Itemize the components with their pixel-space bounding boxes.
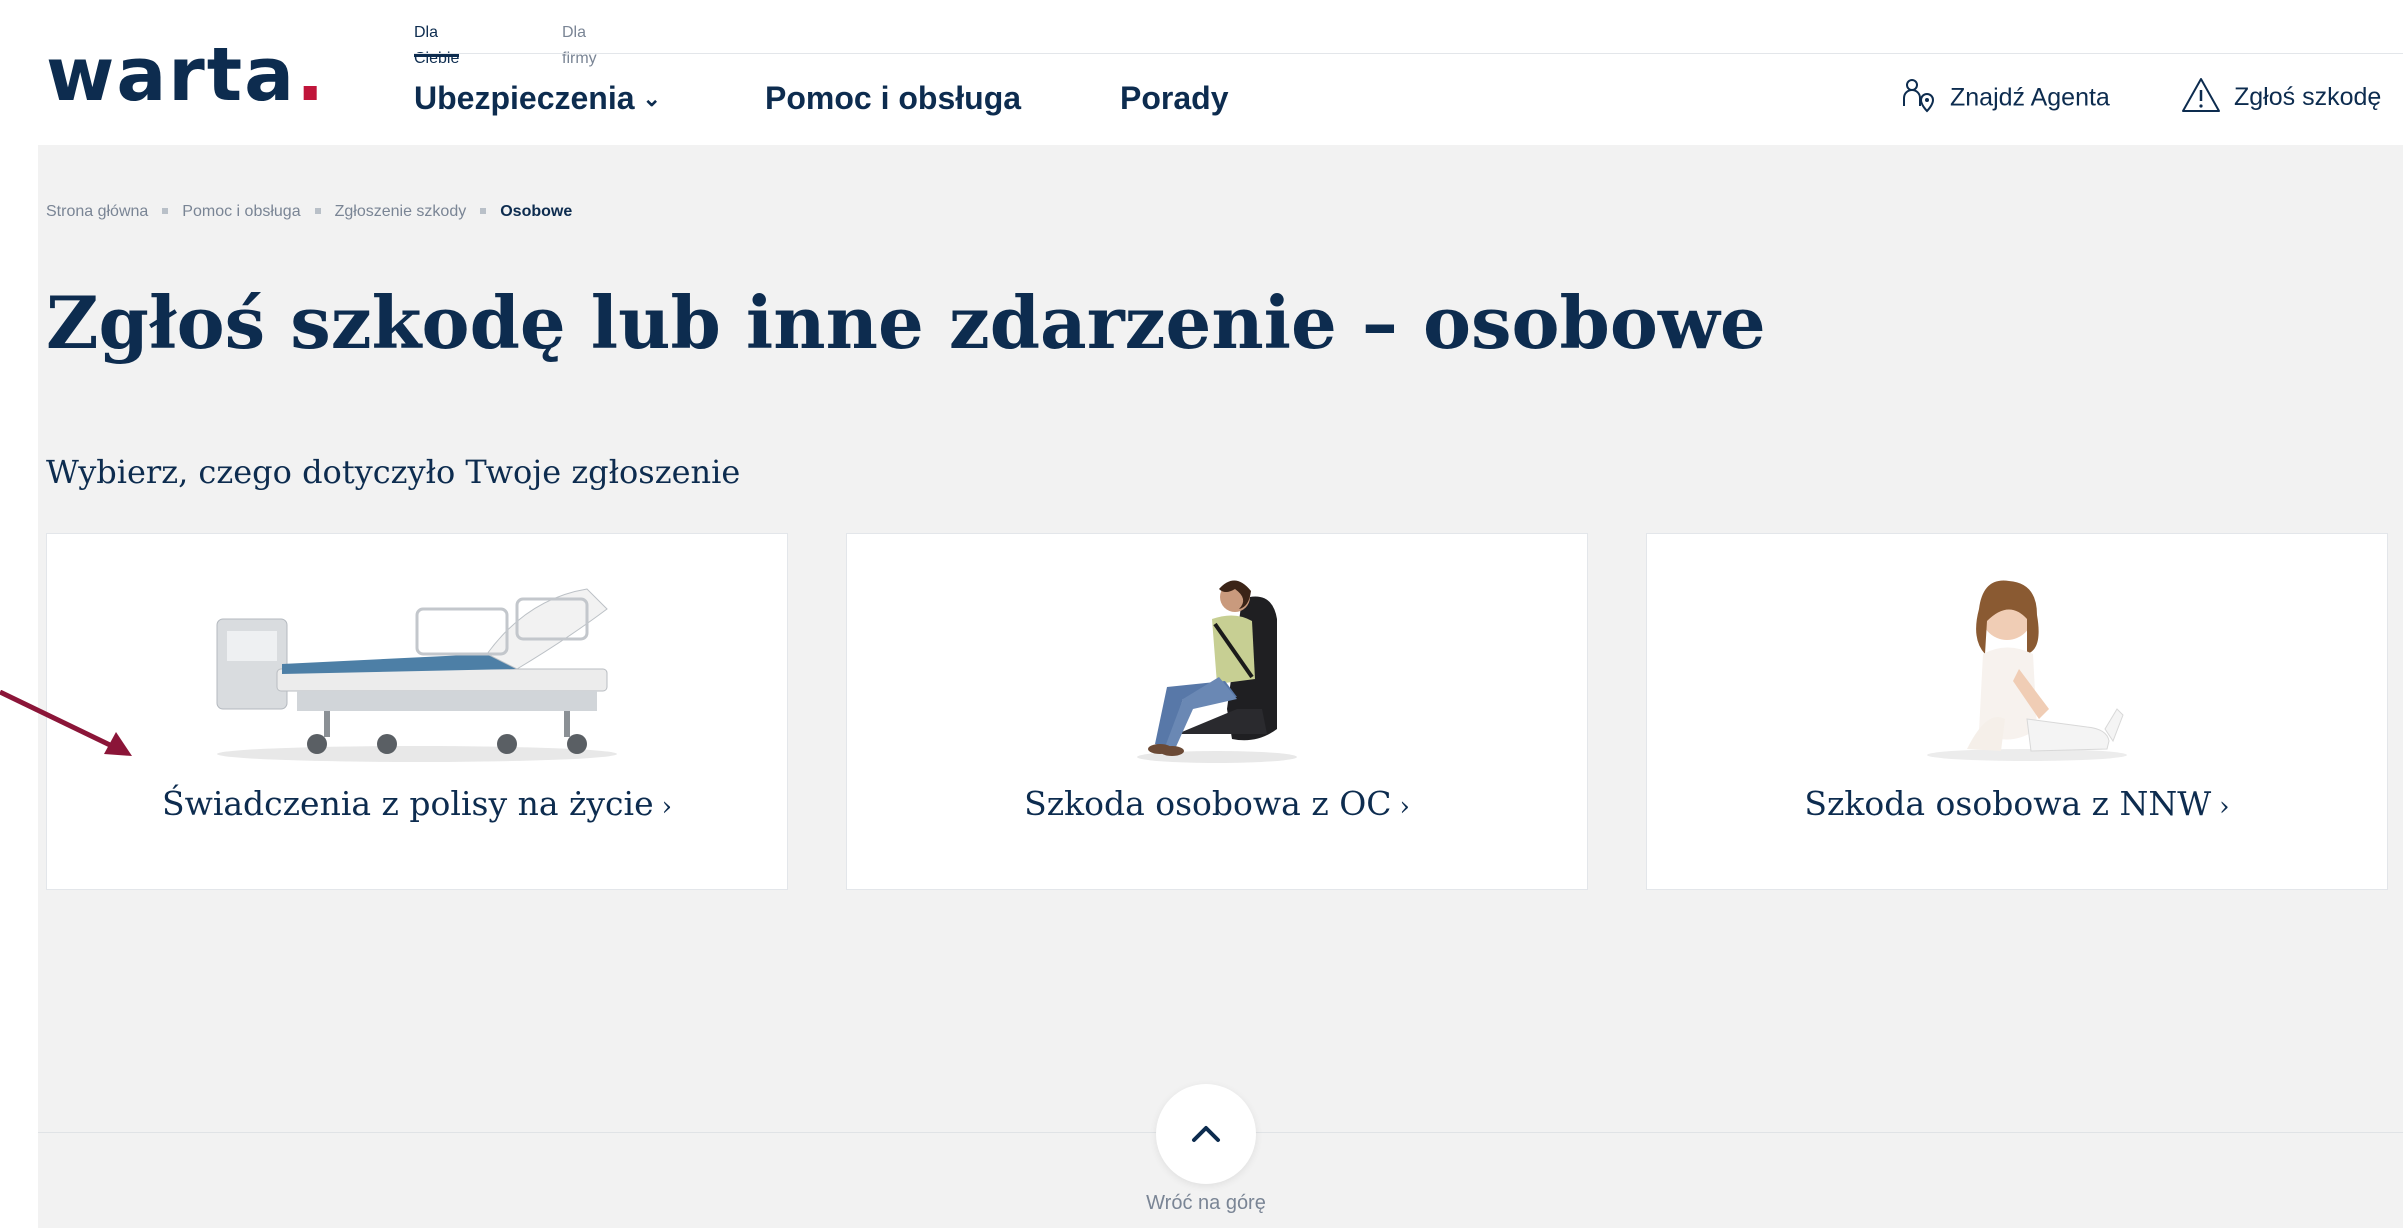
nav-ubezpieczenia-label: Ubezpieczenia [414, 80, 635, 116]
person-pin-icon [1903, 79, 1935, 113]
card-nnw-damage-label: Szkoda osobowa z NNW › [1804, 784, 2230, 823]
header-divider [414, 53, 2403, 54]
card-oc-damage-label: Szkoda osobowa z OC › [1024, 784, 1410, 823]
back-to-top-button[interactable] [1156, 1084, 1256, 1184]
page-title: Zgłoś szkodę lub inne zdarzenie – osobow… [46, 280, 1766, 365]
breadcrumb-home[interactable]: Strona główna [46, 203, 148, 220]
chevron-right-icon: › [2219, 792, 2230, 822]
warning-triangle-icon [2182, 78, 2220, 113]
chevron-right-icon: › [661, 792, 673, 822]
woman-in-car-seat-image [1137, 580, 1297, 763]
card-life-policy-label: Świadczenia z polisy na życie › [161, 784, 673, 823]
breadcrumb-separator [162, 208, 169, 214]
segment-dla-firmy[interactable]: Dla firmy [562, 20, 597, 67]
breadcrumb: Strona główna Pomoc i obsługa Zgłoszenie s… [46, 203, 572, 221]
chevron-right-icon: › [1399, 792, 1410, 822]
nav-ubezpieczenia[interactable]: Ubezpieczenia ⌄ [414, 78, 661, 122]
nav-porady[interactable]: Porady [1120, 78, 1228, 118]
nav-pomoc-i-obsluga[interactable]: Pomoc i obsługa [765, 78, 1021, 118]
report-damage-link[interactable]: Zgłoś szkodę [2180, 78, 2382, 117]
breadcrumb-separator [480, 208, 487, 214]
chevron-down-icon: ⌄ [642, 86, 661, 111]
report-damage-label: Zgłoś szkodę [2234, 83, 2382, 111]
card-nnw-damage[interactable]: Szkoda osobowa z NNW › [1646, 533, 2388, 890]
hospital-bed-image [216, 588, 617, 762]
section-subtitle: Wybierz, czego dotyczyło Twoje zgłoszeni… [46, 453, 741, 491]
breadcrumb-claims[interactable]: Zgłoszenie szkody [335, 203, 467, 220]
card-life-policy[interactable]: Świadczenia z polisy na życie › [46, 533, 788, 890]
pointer-arrow-icon [0, 690, 132, 756]
breadcrumb-current: Osobowe [500, 203, 573, 220]
site-header: warta. Dla Ciebie Dla firmy Ubezpieczeni… [0, 0, 2403, 145]
breadcrumb-separator [314, 208, 321, 214]
back-to-top-label[interactable]: Wróć na górę [1106, 1192, 1306, 1215]
girl-with-leg-cast-image [1927, 580, 2127, 761]
warta-logo[interactable]: warta. [46, 38, 326, 112]
card-oc-damage[interactable]: Szkoda osobowa z OC › [846, 533, 1588, 890]
breadcrumb-help[interactable]: Pomoc i obsługa [182, 203, 300, 220]
chevron-up-icon [1192, 1126, 1220, 1142]
main-content: Strona główna Pomoc i obsługa Zgłoszenie s… [38, 145, 2403, 1228]
segment-dla-ciebie[interactable]: Dla Ciebie [414, 20, 460, 67]
find-agent-link[interactable]: Znajdź Agenta [1898, 79, 2110, 119]
find-agent-label: Znajdź Agenta [1950, 83, 2110, 112]
